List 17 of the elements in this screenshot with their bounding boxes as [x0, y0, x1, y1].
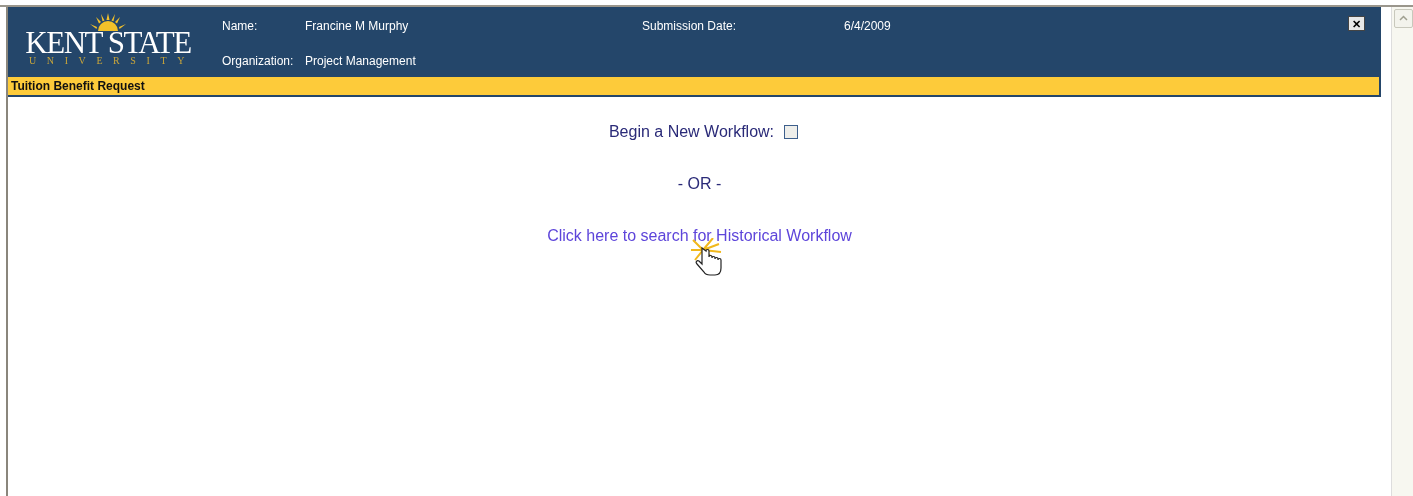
- scroll-up-icon[interactable]: [1394, 9, 1413, 28]
- checkbox[interactable]: [784, 125, 799, 139]
- scrollbar[interactable]: [1391, 7, 1413, 496]
- field-label: Submission Date:: [642, 19, 738, 33]
- logo-wordmark: KENT STATE: [25, 31, 191, 55]
- field-label: Organization:: [222, 54, 295, 68]
- close-button[interactable]: ✕: [1348, 16, 1365, 31]
- field-value: 6/4/2009: [844, 19, 891, 33]
- historical-search-link[interactable]: Click here to search for Historical Workflow: [547, 224, 852, 248]
- field-value: Project Management: [305, 54, 417, 68]
- sun-icon: [89, 13, 127, 31]
- field-value: Francine M Murphy: [305, 19, 410, 33]
- logo-subtitle: UNIVERSITY: [29, 55, 195, 67]
- separator-text: - OR -: [677, 174, 722, 194]
- workflow-label: Begin a New Workflow:: [608, 123, 775, 141]
- field-label: Name:: [222, 19, 259, 33]
- form-title-bar: Tuition Benefit Request: [8, 77, 1381, 97]
